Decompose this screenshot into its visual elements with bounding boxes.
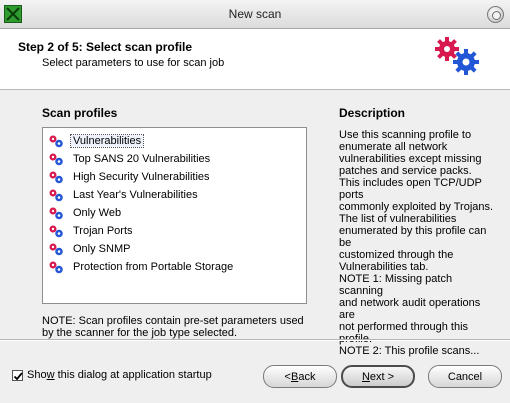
profile-gears-icon xyxy=(49,261,63,274)
profiles-note: NOTE: Scan profiles contain pre-set para… xyxy=(42,315,304,339)
list-item[interactable]: High Security Vulnerabilities xyxy=(48,169,212,185)
list-item[interactable]: Top SANS 20 Vulnerabilities xyxy=(48,151,212,167)
wizard-body: Scan profiles Description Vulnerabilitie… xyxy=(0,90,510,403)
profile-label: Protection from Portable Storage xyxy=(73,261,234,273)
profile-gears-icon xyxy=(49,189,63,202)
profile-gears-icon xyxy=(49,171,63,184)
profile-gears-icon xyxy=(49,225,63,238)
description-text: Use this scanning profile to enumerate a… xyxy=(339,129,494,357)
wizard-header: Step 2 of 5: Select scan profile Select … xyxy=(0,29,510,90)
window-title: New scan xyxy=(228,7,282,21)
close-button[interactable] xyxy=(487,6,504,23)
gears-icon xyxy=(435,37,479,75)
list-item[interactable]: Last Year's Vulnerabilities xyxy=(48,187,200,203)
profile-label: High Security Vulnerabilities xyxy=(73,171,210,183)
profile-label: Top SANS 20 Vulnerabilities xyxy=(73,153,211,165)
list-item[interactable]: Only Web xyxy=(48,205,123,221)
profile-gears-icon xyxy=(49,153,63,166)
list-item[interactable]: Only SNMP xyxy=(48,241,132,257)
list-item[interactable]: Vulnerabilities xyxy=(48,133,145,149)
scan-profiles-list[interactable]: Vulnerabilities Top SANS 20 Vulnerabilit… xyxy=(42,127,307,304)
startup-checkbox[interactable] xyxy=(12,369,23,381)
profile-label: Vulnerabilities xyxy=(69,134,145,148)
step-title: Step 2 of 5: Select scan profile xyxy=(18,40,193,54)
startup-label: Show this dialog at application startup xyxy=(27,369,212,381)
profile-gears-icon xyxy=(49,135,63,148)
step-subtitle: Select parameters to use for scan job xyxy=(42,57,225,69)
profile-gears-icon xyxy=(49,207,63,220)
back-button[interactable]: < Back xyxy=(263,365,337,388)
scan-profiles-heading: Scan profiles xyxy=(42,106,118,120)
description-heading: Description xyxy=(339,106,406,120)
list-item[interactable]: Protection from Portable Storage xyxy=(48,259,235,275)
profile-label: Trojan Ports xyxy=(73,225,133,237)
title-bar: New scan xyxy=(0,0,510,29)
list-item[interactable]: Trojan Ports xyxy=(48,223,135,239)
checkmark-icon xyxy=(13,371,23,380)
footer-divider xyxy=(0,339,510,341)
profile-label: Only Web xyxy=(73,207,122,219)
cancel-button[interactable]: Cancel xyxy=(428,365,502,388)
startup-checkbox-row[interactable]: Show this dialog at application startup xyxy=(12,369,212,381)
profile-label: Last Year's Vulnerabilities xyxy=(73,189,198,201)
next-button[interactable]: Next > xyxy=(341,365,415,388)
profile-gears-icon xyxy=(49,243,63,256)
profile-label: Only SNMP xyxy=(73,243,131,255)
